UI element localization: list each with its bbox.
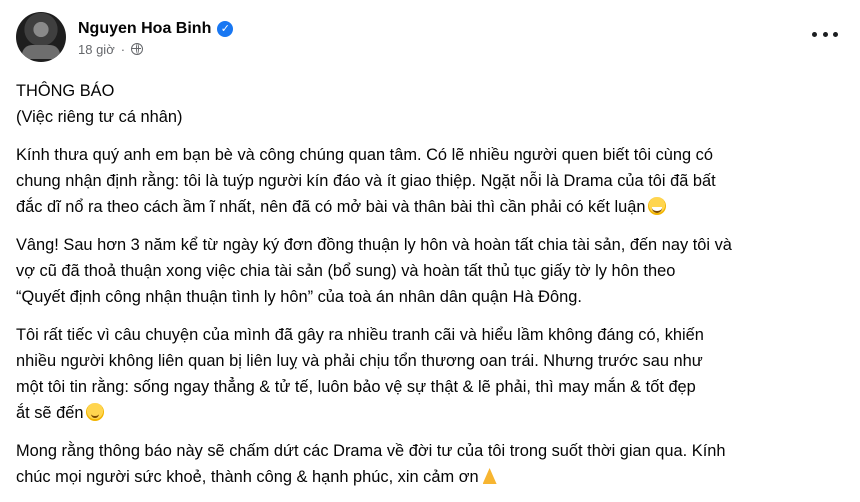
globe-icon[interactable]: [131, 43, 144, 55]
paragraph-3: Tôi rất tiếc vì câu chuyện của mình đã g…: [16, 322, 844, 426]
avatar[interactable]: [16, 12, 66, 62]
paragraph-line: ắt sẽ đến: [16, 404, 84, 422]
post-timestamp[interactable]: 18 giờ: [78, 42, 115, 57]
menu-dot-icon: [812, 31, 817, 37]
grinning-sweat-emoji-icon: [648, 197, 667, 215]
post-meta-row: 18 giờ ·: [78, 42, 233, 57]
paragraph-4: Mong rằng thông báo này sẽ chấm dứt các …: [16, 438, 844, 490]
paragraph-line: “Quyết định công nhận thuận tình ly hôn”…: [16, 288, 582, 306]
smiling-face-emoji-icon: [86, 403, 105, 421]
paragraph-line-with-emoji: chúc mọi người sức khoẻ, thành công & hạ…: [16, 464, 844, 490]
author-name[interactable]: Nguyen Hoa Binh: [78, 20, 211, 38]
post-content: THÔNG BÁO (Việc riêng tư cá nhân) Kính t…: [16, 78, 844, 502]
post-subtitle: (Việc riêng tư cá nhân): [16, 108, 183, 126]
paragraph-line: Vâng! Sau hơn 3 năm kể từ ngày ký đơn đồ…: [16, 236, 732, 254]
paragraph-line-with-emoji: ắt sẽ đến: [16, 400, 844, 426]
paragraph-line: đắc dĩ nổ ra theo cách ầm ĩ nhất, nên đã…: [16, 198, 646, 216]
paragraph-line-with-emoji: đắc dĩ nổ ra theo cách ầm ĩ nhất, nên đã…: [16, 194, 844, 220]
paragraph-line: Tôi rất tiếc vì câu chuyện của mình đã g…: [16, 326, 704, 344]
facebook-post: Nguyen Hoa Binh ✓ 18 giờ · THÔNG BÁO (Vi…: [0, 0, 860, 486]
paragraph-line: nhiều người không liên quan bị liên luỵ …: [16, 352, 703, 370]
paragraph-2: Vâng! Sau hơn 3 năm kể từ ngày ký đơn đồ…: [16, 232, 844, 310]
verified-check-icon: ✓: [217, 20, 234, 37]
paragraph-1: Kính thưa quý anh em bạn bè và công chún…: [16, 142, 844, 220]
author-meta: Nguyen Hoa Binh ✓ 18 giờ ·: [78, 18, 234, 57]
paragraph-line: một tôi tin rằng: sống ngay thẳng & tử t…: [16, 378, 696, 396]
post-heading-block: THÔNG BÁO (Việc riêng tư cá nhân): [16, 78, 844, 130]
more-options-icon[interactable]: [812, 24, 838, 44]
paragraph-line: chung nhận định rằng: tôi là tuýp người …: [16, 172, 716, 190]
paragraph-line: chúc mọi người sức khoẻ, thành công & hạ…: [16, 468, 479, 486]
post-title: THÔNG BÁO: [16, 82, 115, 100]
paragraph-line: vợ cũ đã thoả thuận xong việc chia tài s…: [16, 262, 676, 280]
paragraph-line: Mong rằng thông báo này sẽ chấm dứt các …: [16, 442, 726, 460]
menu-dot-icon: [833, 31, 838, 37]
author-name-row: Nguyen Hoa Binh ✓: [78, 18, 234, 40]
praying-hands-emoji-icon: [482, 468, 497, 484]
meta-separator: ·: [120, 41, 126, 57]
menu-dot-icon: [822, 31, 828, 37]
post-header: Nguyen Hoa Binh ✓ 18 giờ ·: [16, 12, 234, 62]
paragraph-line: Kính thưa quý anh em bạn bè và công chún…: [16, 146, 713, 164]
